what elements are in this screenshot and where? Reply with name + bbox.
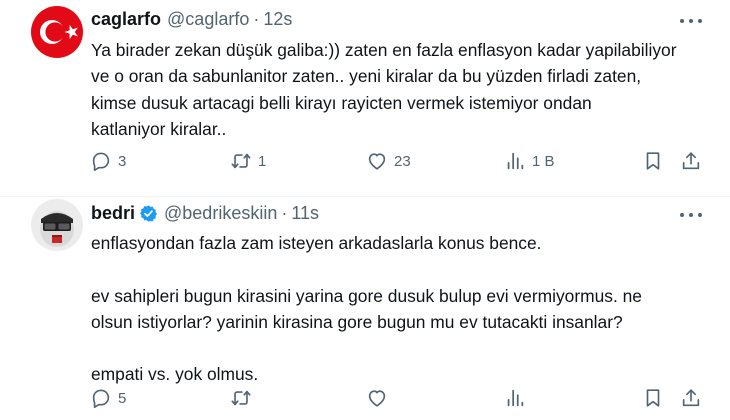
retweet-count: 1 (258, 152, 267, 170)
views-button[interactable] (504, 387, 526, 409)
like-button[interactable] (366, 387, 388, 409)
tweet-text-line: kimse dusuk artacagi belli kirayı rayict… (91, 92, 592, 113)
separator-dot: · (281, 203, 288, 223)
verified-badge-icon[interactable] (139, 204, 158, 223)
like-button[interactable]: 23 (366, 150, 411, 172)
analytics-icon (507, 152, 524, 170)
bookmark-icon (646, 152, 660, 170)
tweet-text-line: ve o oran da sabunlanitor zaten.. yeni k… (91, 66, 642, 87)
timestamp[interactable]: 12s (263, 9, 292, 30)
bookmark-icon (646, 389, 660, 407)
share-icon (682, 152, 700, 170)
avatar[interactable] (31, 6, 83, 58)
bookmark-button[interactable] (642, 387, 664, 409)
tweet-actions: 3 1 23 1 B (90, 150, 710, 176)
share-button[interactable] (680, 387, 702, 409)
heart-icon (368, 153, 386, 170)
tweet-text-line: enflasyondan fazla zam isteyen arkadasla… (91, 233, 542, 253)
view-count: 1 B (532, 152, 555, 170)
display-name[interactable]: bedri (91, 203, 135, 224)
tweet-text-line: olsun istiyorlar? yarinin kirasina gore … (91, 311, 623, 332)
tweet[interactable]: caglarfo @caglarfo · 12s Ya birader zeka… (0, 0, 730, 196)
share-icon (682, 389, 700, 407)
reply-button[interactable]: 3 (90, 150, 126, 172)
paragraph-break (91, 256, 711, 282)
retweet-icon (231, 390, 251, 406)
tweet-text-line: empati vs. yok olmus. (91, 364, 259, 385)
tweet-header: caglarfo @caglarfo · 12s (91, 9, 292, 30)
paragraph-break (91, 335, 711, 361)
tweet-header: bedri @bedrikeskiin · 11s (91, 203, 319, 224)
tweet-text: Ya birader zekan düşük galiba:)) zaten e… (91, 37, 711, 142)
tweet-text-line: ev sahipleri bugun kirasini yarina gore … (91, 285, 642, 306)
separator-dot: · (253, 9, 260, 29)
turkish-flag-icon (31, 6, 83, 58)
display-name[interactable]: caglarfo (91, 9, 161, 30)
reply-count: 3 (118, 152, 127, 170)
tweet-text-line: katlaniyor kiralar.. (91, 118, 227, 139)
analytics-icon (507, 389, 524, 407)
reply-button[interactable]: 5 (90, 387, 126, 409)
reply-icon (92, 152, 110, 171)
retweet-icon (231, 153, 251, 169)
handle[interactable]: @caglarfo (167, 9, 249, 30)
reply-icon (92, 389, 110, 408)
retweet-button[interactable] (230, 387, 252, 409)
avatar[interactable] (31, 199, 83, 251)
share-button[interactable] (680, 150, 702, 172)
tweet-actions: 5 (90, 387, 710, 413)
more-options-icon[interactable] (680, 212, 702, 218)
bookmark-button[interactable] (642, 150, 664, 172)
views-button[interactable]: 1 B (504, 150, 555, 172)
more-options-icon[interactable] (680, 18, 702, 24)
handle[interactable]: @bedrikeskiin (164, 203, 277, 224)
retweet-button[interactable]: 1 (230, 150, 266, 172)
reply-count: 5 (118, 389, 127, 407)
tweet[interactable]: bedri @bedrikeskiin · 11s enflasyondan f… (0, 197, 730, 420)
tweet-text-line: Ya birader zekan düşük galiba:)) zaten e… (91, 40, 677, 60)
timestamp[interactable]: 11s (291, 203, 319, 224)
like-count: 23 (394, 152, 411, 170)
tweet-text: enflasyondan fazla zam isteyen arkadasla… (91, 230, 711, 388)
heart-icon (368, 390, 386, 407)
avatar-image (31, 199, 83, 251)
